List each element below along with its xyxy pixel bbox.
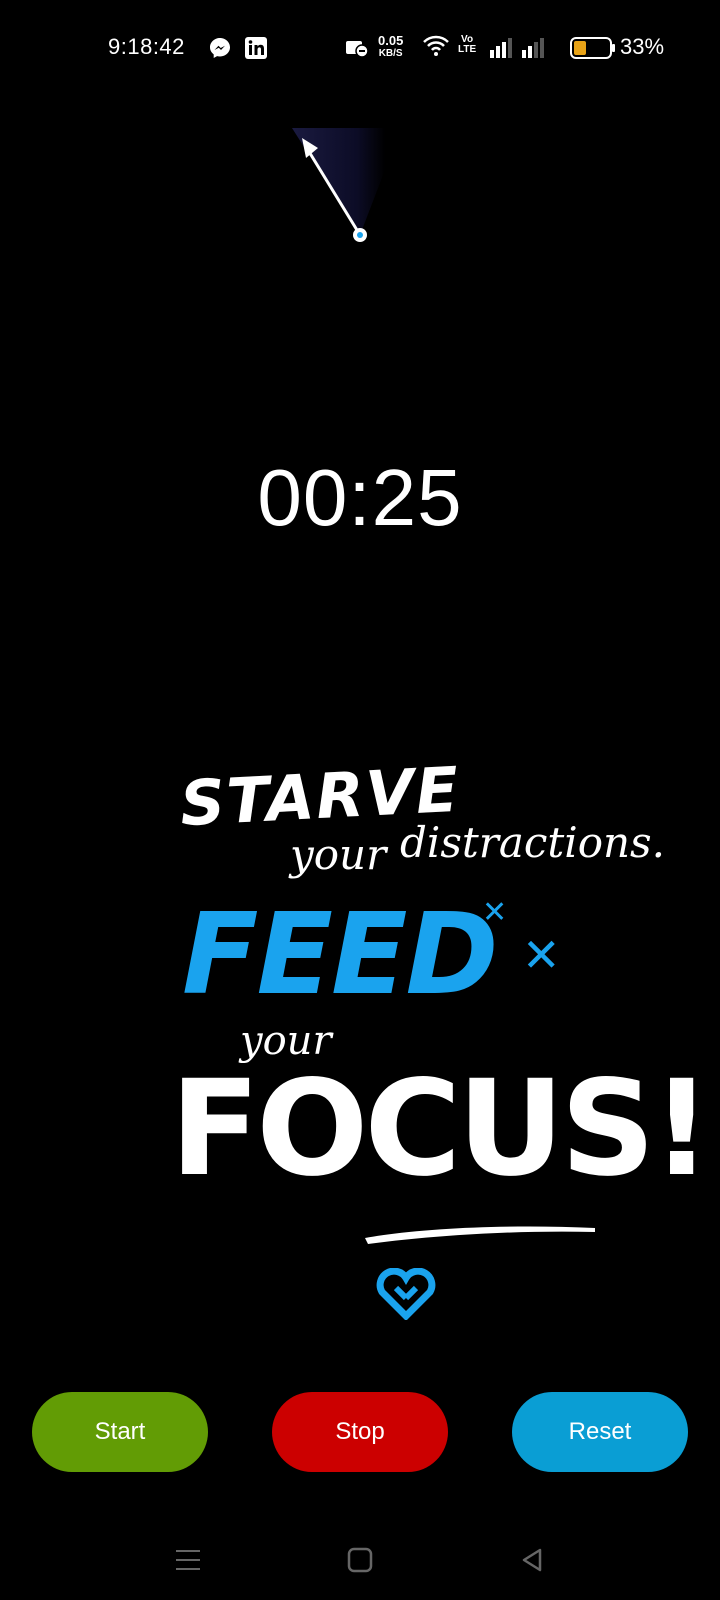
battery-icon	[570, 36, 616, 65]
back-button[interactable]	[502, 1530, 562, 1590]
battery-percent: 33%	[620, 34, 665, 59]
volte-indicator: Vo LTE	[458, 35, 476, 55]
menu-icon	[176, 1550, 200, 1570]
quote-line-your-1: your	[290, 830, 387, 879]
timer-display: 00:25	[257, 453, 463, 542]
network-speed: 0.05 KB/S	[378, 34, 403, 60]
heart-logo-icon	[376, 1268, 436, 1320]
messenger-icon	[208, 36, 232, 65]
clock-dial	[280, 120, 440, 250]
network-speed-value: 0.05	[378, 33, 404, 48]
home-button[interactable]	[330, 1530, 390, 1590]
reset-button[interactable]: Reset	[512, 1392, 688, 1472]
linkedin-icon	[244, 36, 268, 65]
back-icon	[522, 1548, 542, 1572]
home-icon	[347, 1547, 373, 1573]
status-time: 9:18:42	[108, 34, 185, 59]
quote-line-feed: FEED	[182, 890, 498, 1020]
wifi-icon	[422, 34, 450, 63]
sparkle-cross-icon: ✕	[522, 928, 561, 982]
alarm-icon	[344, 36, 370, 65]
motivational-quote-art: STARVE your distractions. FEED ✕ ✕ your …	[160, 753, 712, 1360]
start-button[interactable]: Start	[32, 1392, 208, 1472]
brush-underline	[365, 1226, 595, 1244]
quote-line-distractions: distractions.	[400, 818, 665, 867]
quote-line-focus: FOCUS!	[170, 1052, 712, 1206]
stop-button[interactable]: Stop	[272, 1392, 448, 1472]
network-speed-unit: KB/S	[378, 48, 403, 59]
signal-icon	[490, 38, 550, 63]
sparkle-cross-icon: ✕	[482, 895, 508, 930]
volte-bottom-text: LTE	[458, 44, 477, 55]
system-nav-bar	[0, 1520, 720, 1600]
app-screen: 9:18:42 0.05 KB/S Vo LTE 33% 00:25 STARV…	[0, 0, 720, 1600]
status-bar: 9:18:42 0.05 KB/S Vo LTE 33%	[0, 0, 720, 96]
recent-apps-button[interactable]	[158, 1530, 218, 1590]
